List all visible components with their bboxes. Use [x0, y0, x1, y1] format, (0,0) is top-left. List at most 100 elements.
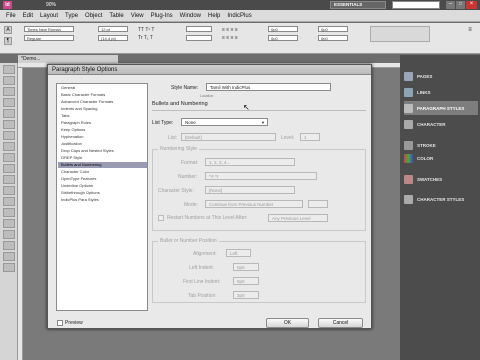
- zoom-level[interactable]: 90%: [46, 1, 56, 9]
- rectangle-tool-icon[interactable]: [3, 164, 15, 173]
- align-icons[interactable]: ≡ ≡ ≡ ≡ ≡ ≡ ≡ ≡: [222, 26, 262, 42]
- page-tool-icon[interactable]: [3, 87, 15, 96]
- eyedropper-tool-icon[interactable]: [3, 219, 15, 228]
- category-item[interactable]: Character Color: [58, 169, 147, 175]
- panel-links-label: LINKS: [417, 89, 431, 95]
- mode-start-field[interactable]: [308, 200, 328, 208]
- first-line-indent-field[interactable]: 0p0: [233, 277, 259, 285]
- panel-pages[interactable]: PAGES: [404, 69, 478, 83]
- category-item[interactable]: Hyphenation: [58, 134, 147, 140]
- style-name-input[interactable]: Tamil With IndicPlus: [206, 83, 331, 91]
- category-item-selected[interactable]: Bullets and Numbering: [58, 162, 147, 168]
- alignment-select[interactable]: Left: [226, 249, 251, 257]
- menu-object[interactable]: Object: [85, 13, 102, 19]
- list-select[interactable]: [Default]: [181, 133, 276, 141]
- panel-stroke[interactable]: STROKE: [404, 138, 478, 152]
- format-select[interactable]: 1, 2, 3, 4...: [205, 158, 295, 166]
- menu-edit[interactable]: Edit: [23, 13, 33, 19]
- left-indent-field[interactable]: 0p0: [268, 26, 298, 32]
- category-item[interactable]: Drop Caps and Nested Styles: [58, 148, 147, 154]
- category-item[interactable]: IndicPlus Para Styles: [58, 197, 147, 203]
- category-item[interactable]: Justification: [58, 141, 147, 147]
- category-item[interactable]: Keep Options: [58, 127, 147, 133]
- right-indent-field[interactable]: 0p0: [318, 26, 348, 32]
- panel-swatches[interactable]: SWATCHES: [404, 172, 478, 186]
- pencil-tool-icon[interactable]: [3, 142, 15, 151]
- font-size-field[interactable]: 12 pt: [98, 26, 128, 32]
- panel-paragraph-styles[interactable]: PARAGRAPH STYLES: [404, 101, 478, 115]
- type-tool-icon[interactable]: [3, 109, 15, 118]
- menu-indicplus[interactable]: IndicPlus: [227, 13, 251, 19]
- first-line-indent-field[interactable]: 0p0: [268, 35, 298, 41]
- category-item[interactable]: Advanced Character Formats: [58, 99, 147, 105]
- leading-field[interactable]: (14.4 pt): [98, 35, 128, 41]
- zoom-tool-icon[interactable]: [3, 241, 15, 250]
- cancel-button[interactable]: Cancel: [318, 318, 363, 328]
- number-field[interactable]: ^#.^t: [205, 172, 317, 180]
- category-item[interactable]: Strikethrough Options: [58, 190, 147, 196]
- menu-file[interactable]: File: [6, 13, 16, 19]
- hand-tool-icon[interactable]: [3, 230, 15, 239]
- character-style-select[interactable]: [None]: [205, 186, 295, 194]
- menu-type[interactable]: Type: [65, 13, 78, 19]
- pen-tool-icon[interactable]: [3, 131, 15, 140]
- minimize-icon[interactable]: –: [446, 1, 455, 9]
- list-type-select[interactable]: None ▼: [181, 118, 268, 126]
- rectangle-frame-tool-icon[interactable]: [3, 153, 15, 162]
- menu-window[interactable]: Window: [180, 13, 201, 19]
- gap-tool-icon[interactable]: [3, 98, 15, 107]
- font-family-field[interactable]: Times New Roman: [24, 26, 74, 32]
- restart-level-select[interactable]: Any Previous Level: [268, 214, 328, 222]
- menu-layout[interactable]: Layout: [40, 13, 58, 19]
- maximize-icon[interactable]: □: [456, 1, 465, 9]
- left-indent-label: Left Indent:: [189, 265, 215, 271]
- space-before-field[interactable]: 0p0: [318, 35, 348, 41]
- category-item[interactable]: Tabs: [58, 113, 147, 119]
- font-style-field[interactable]: Regular: [24, 35, 74, 41]
- line-tool-icon[interactable]: [3, 120, 15, 129]
- panel-character-label: CHARACTER: [417, 121, 446, 127]
- close-icon[interactable]: ×: [466, 1, 477, 9]
- paragraph-mode-icon[interactable]: ¶: [4, 37, 12, 45]
- gradient-tool-icon[interactable]: [3, 197, 15, 206]
- direct-selection-tool-icon[interactable]: [3, 76, 15, 85]
- view-mode-icon[interactable]: [3, 263, 15, 272]
- tab-position-field[interactable]: 3p0: [233, 291, 259, 299]
- selection-tool-icon[interactable]: [3, 65, 15, 74]
- panel-menu-icon[interactable]: ≡: [465, 26, 475, 42]
- panel-character[interactable]: CHARACTER: [404, 117, 478, 131]
- category-item[interactable]: Indents and Spacing: [58, 106, 147, 112]
- note-tool-icon[interactable]: [3, 208, 15, 217]
- level-field[interactable]: 1: [300, 133, 320, 141]
- left-indent-field[interactable]: 0p0: [233, 263, 259, 271]
- kerning-field[interactable]: [186, 35, 212, 41]
- mode-select[interactable]: Continue from Previous Number: [205, 200, 303, 208]
- search-field[interactable]: [392, 1, 440, 9]
- screen: Id 90% ESSENTIALS – □ × File Edit Layout…: [0, 0, 480, 360]
- scissors-tool-icon[interactable]: [3, 175, 15, 184]
- tracking-field[interactable]: [186, 26, 212, 32]
- ok-button[interactable]: OK: [266, 318, 309, 328]
- category-item[interactable]: GREP Style: [58, 155, 147, 161]
- text-format-icons[interactable]: TT T¹ T Tr T₁ T: [138, 26, 178, 42]
- category-item[interactable]: Underline Options: [58, 183, 147, 189]
- menu-table[interactable]: Table: [109, 13, 123, 19]
- document-tab[interactable]: *Demo...: [18, 55, 118, 63]
- paragraph-style-menu[interactable]: [370, 26, 430, 42]
- fill-stroke-icon[interactable]: [3, 252, 15, 261]
- workspace-switcher[interactable]: ESSENTIALS: [330, 1, 386, 9]
- panel-links[interactable]: LINKS: [404, 85, 478, 99]
- preview-checkbox[interactable]: [57, 320, 63, 326]
- category-item[interactable]: General: [58, 85, 147, 91]
- free-transform-tool-icon[interactable]: [3, 186, 15, 195]
- panel-color[interactable]: COLOR: [404, 151, 478, 165]
- category-item[interactable]: OpenType Features: [58, 176, 147, 182]
- character-mode-icon[interactable]: A: [4, 26, 12, 34]
- menu-plugins[interactable]: Plug-Ins: [151, 13, 173, 19]
- category-item[interactable]: Paragraph Rules: [58, 120, 147, 126]
- menu-view[interactable]: View: [131, 13, 144, 19]
- panel-character-styles[interactable]: CHARACTER STYLES: [404, 192, 478, 206]
- menu-help[interactable]: Help: [208, 13, 220, 19]
- category-item[interactable]: Basic Character Formats: [58, 92, 147, 98]
- restart-numbers-checkbox[interactable]: [158, 215, 164, 221]
